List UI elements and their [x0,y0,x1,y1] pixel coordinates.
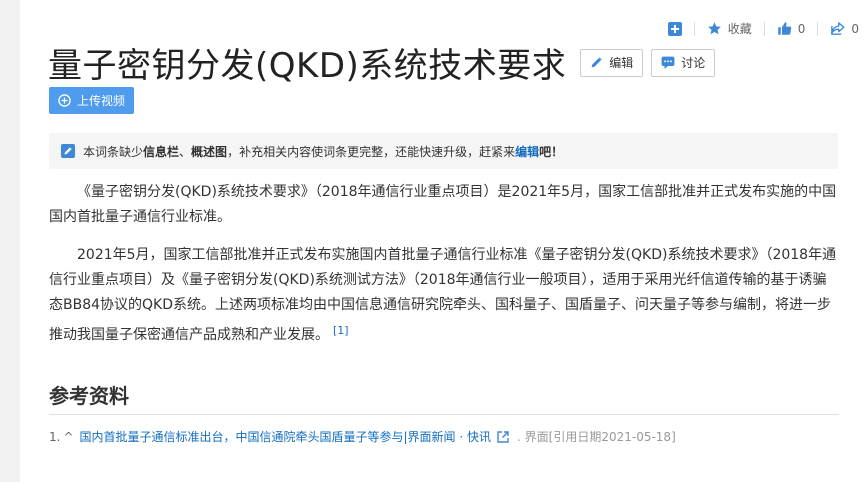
reference-source: . 界面[引用日期2021-05-18] [517,430,676,444]
favorite-button[interactable]: 收藏 [707,20,752,37]
page: 收藏 0 0 量子密钥分发(QKD)系统技术要求 编辑 讨论 上传视频 本词条缺… [20,0,867,482]
thumbs-up-icon [777,22,791,35]
upload-video-button[interactable]: 上传视频 [49,87,135,114]
like-button[interactable]: 0 [777,21,806,36]
add-button[interactable] [667,21,682,36]
top-action-bar: 收藏 0 0 [656,20,859,37]
notice-prefix: 本词条缺少 [83,144,144,159]
external-link-icon[interactable] [497,430,509,443]
title-row: 量子密钥分发(QKD)系统技术要求 编辑 讨论 [48,38,716,87]
reference-back-link[interactable]: ^ [63,430,73,444]
discuss-button[interactable]: 讨论 [651,48,716,77]
notice-suffix: 吧！ [539,144,564,159]
references-divider [49,414,839,415]
notice-separator: 、 [179,144,192,159]
missing-info-notice: 本词条缺少 信息栏 、 概述图 ，补充相关内容使词条更完整，还能快速升级，赶紧来… [49,133,838,169]
share-button[interactable]: 0 [830,21,859,36]
paragraph-2-text: 2021年5月，国家工信部批准并正式发布实施国内首批量子通信行业标准《量子密钥分… [49,247,837,343]
notice-item-infobox: 信息栏 [143,144,180,159]
notice-middle: ，补充相关内容使词条更完整，还能快速升级，赶紧来 [227,144,516,159]
like-count: 0 [797,21,806,36]
notice-edit-link[interactable]: 编辑 [515,143,539,160]
reference-link[interactable]: 国内首批量子通信标准出台，中国信通院牵头国盾量子等参与|界面新闻 · 快讯 [80,428,492,445]
divider [817,21,819,36]
reference-item: 1. ^ 国内首批量子通信标准出台，中国信通院牵头国盾量子等参与|界面新闻 · … [49,428,676,445]
plus-circle-icon [58,94,71,107]
star-icon [707,22,721,35]
paragraph-1: 《量子密钥分发(QKD)系统技术要求》（2018年通信行业重点项目）是2021年… [49,184,837,225]
upload-video-label: 上传视频 [77,94,126,108]
edit-note-icon [61,144,75,158]
discuss-label: 讨论 [681,56,706,70]
chat-bubble-icon [661,56,675,69]
notice-item-overview: 概述图 [191,144,228,159]
reference-marker[interactable]: [1] [333,324,349,337]
divider [693,21,695,36]
favorite-label: 收藏 [727,22,752,36]
paragraph-2: 2021年5月，国家工信部批准并正式发布实施国内首批量子通信行业标准《量子密钥分… [49,243,839,348]
pencil-icon [590,56,603,69]
reference-number: 1. [49,429,61,444]
plus-square-icon [667,21,682,36]
edit-button[interactable]: 编辑 [580,48,644,77]
page-title: 量子密钥分发(QKD)系统技术要求 [48,46,567,86]
share-icon [831,22,845,35]
references-heading: 参考资料 [49,384,129,408]
divider [763,21,765,36]
edit-label: 编辑 [609,56,634,70]
share-count: 0 [851,21,859,36]
